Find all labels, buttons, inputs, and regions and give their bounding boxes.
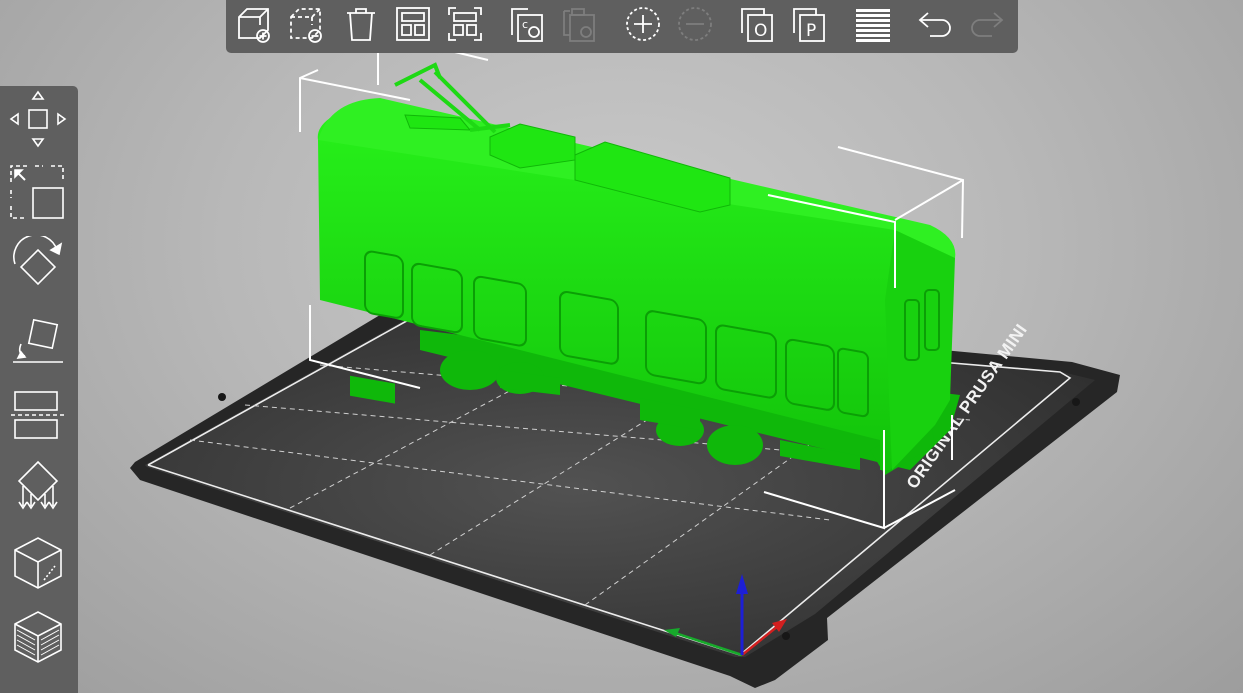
delete-object-button[interactable]: [286, 3, 328, 45]
scale-gizmo-button[interactable]: [7, 162, 69, 224]
delete-all-button[interactable]: [340, 3, 382, 45]
split-to-objects-icon: O: [741, 8, 773, 42]
seam-painting-icon: [14, 537, 62, 589]
split-objects-glyph: O: [754, 21, 767, 41]
hollow-gizmo-button[interactable]: [7, 606, 69, 668]
svg-text:c: c: [522, 18, 528, 31]
redo-icon: [971, 12, 1004, 37]
move-gizmo-button[interactable]: [7, 88, 69, 150]
undo-button[interactable]: [914, 3, 956, 45]
split-to-parts-icon: P: [793, 8, 825, 42]
add-instance-button[interactable]: [622, 3, 664, 45]
split-to-parts-button[interactable]: P: [788, 3, 830, 45]
layers-editing-button[interactable]: [852, 3, 894, 45]
arrange-icon: [396, 7, 430, 41]
hollow-icon: [14, 611, 62, 663]
paste-button[interactable]: [558, 3, 600, 45]
minus-circle-icon: [678, 7, 712, 41]
undo-icon: [918, 12, 951, 37]
copy-button[interactable]: c: [506, 3, 548, 45]
split-to-objects-button[interactable]: O: [736, 3, 778, 45]
paste-icon: [563, 8, 595, 42]
plus-circle-icon: [626, 7, 660, 41]
top-toolbar: c O P: [226, 0, 1018, 53]
supports-gizmo-button[interactable]: [7, 458, 69, 520]
place-on-face-gizmo-button[interactable]: [7, 310, 69, 372]
rotate-icon: [13, 236, 63, 286]
add-object-icon: [238, 8, 270, 43]
cut-gizmo-button[interactable]: [7, 384, 69, 446]
remove-instance-button[interactable]: [674, 3, 716, 45]
trash-icon: [347, 8, 375, 41]
redo-button[interactable]: [966, 3, 1008, 45]
layers-editing-icon: [856, 9, 890, 42]
arrange-selection-icon: [448, 7, 482, 41]
gizmo-toolbar: [0, 86, 78, 693]
add-object-button[interactable]: [234, 3, 276, 45]
place-on-face-icon: [13, 318, 63, 363]
cut-icon: [11, 391, 65, 439]
split-parts-glyph: P: [806, 21, 816, 41]
support-points-icon: [17, 460, 59, 510]
seam-gizmo-button[interactable]: [7, 532, 69, 594]
arrange-selection-button[interactable]: [444, 3, 486, 45]
scale-icon: [10, 165, 64, 219]
rotate-gizmo-button[interactable]: [7, 236, 69, 298]
move-icon: [9, 90, 67, 148]
delete-object-icon: [290, 8, 322, 43]
arrange-button[interactable]: [392, 3, 434, 45]
copy-icon: c: [511, 8, 543, 42]
3d-viewport[interactable]: ORIGINAL PRUSA MINI: [0, 0, 1243, 693]
